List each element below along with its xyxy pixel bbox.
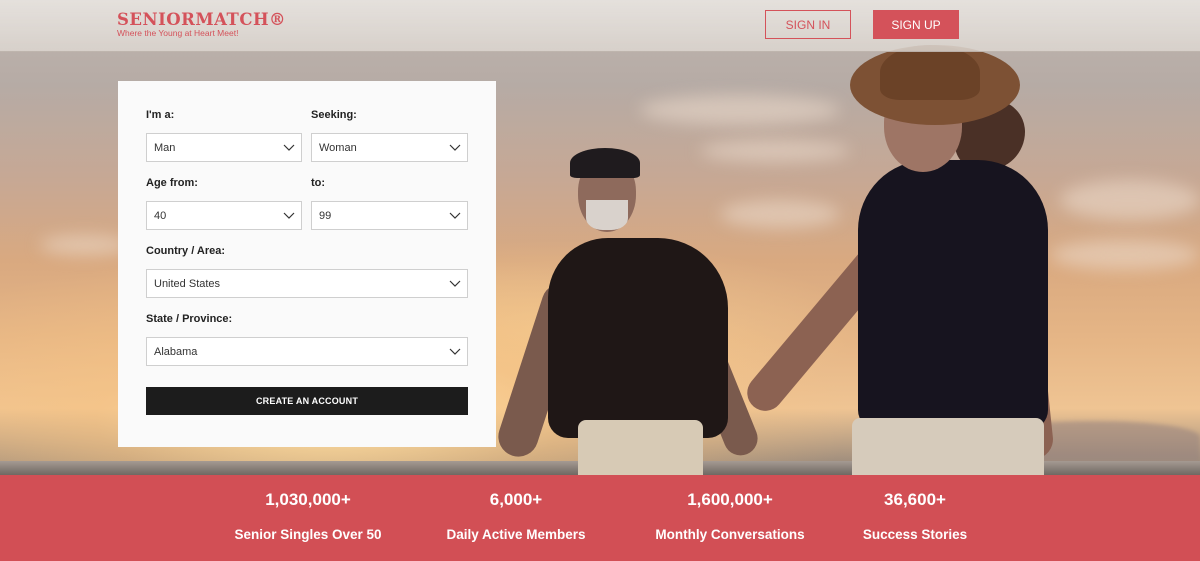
stat-label: Success Stories [862,527,968,542]
stat-value: 6,000+ [489,490,543,509]
stat-label: Daily Active Members [446,527,586,542]
chevron-down-icon [449,280,461,287]
chevron-down-icon [283,212,295,219]
age-to-select-value: 99 [319,209,332,222]
stat-value: 36,600+ [884,490,946,509]
logo-name: SENIORMATCH® [117,10,287,29]
logo[interactable]: SENIORMATCH® Where the Young at Heart Me… [117,10,286,38]
stat-label: Monthly Conversations [655,527,805,542]
site-header: SENIORMATCH® Where the Young at Heart Me… [0,0,1200,52]
age-to-select[interactable]: 99 [311,201,468,230]
gender-select[interactable]: Man [146,133,302,162]
stat-value: 1,030,000+ [265,490,351,509]
state-select-value: Alabama [154,345,198,358]
gender-label: I'm a: [146,109,175,121]
country-select[interactable]: United States [146,269,468,298]
age-from-select-value: 40 [154,209,167,222]
chevron-down-icon [449,212,461,219]
seeking-select[interactable]: Woman [311,133,468,162]
age-from-select[interactable]: 40 [146,201,302,230]
stat-value: 1,600,000+ [687,490,773,509]
seeking-label: Seeking: [311,109,357,121]
country-select-value: United States [154,277,221,290]
signup-form-card: I'm a: Seeking: Man Woman Age from: to: … [118,81,496,447]
chevron-down-icon [449,348,461,355]
gender-select-value: Man [154,141,176,154]
state-label: State / Province: [146,313,233,325]
sign-in-button[interactable]: SIGN IN [765,10,851,39]
age-to-label: to: [311,177,326,189]
chevron-down-icon [283,144,295,151]
sign-up-button[interactable]: SIGN UP [873,10,959,39]
stats-bar: 1,030,000+ Senior Singles Over 50 6,000+… [0,475,1200,561]
logo-tagline: Where the Young at Heart Meet! [117,28,239,38]
seeking-select-value: Woman [319,141,357,154]
country-label: Country / Area: [146,245,226,257]
state-select[interactable]: Alabama [146,337,468,366]
create-account-button[interactable]: CREATE AN ACCOUNT [146,387,468,415]
age-from-label: Age from: [146,177,198,189]
stat-label: Senior Singles Over 50 [234,527,382,542]
chevron-down-icon [449,144,461,151]
